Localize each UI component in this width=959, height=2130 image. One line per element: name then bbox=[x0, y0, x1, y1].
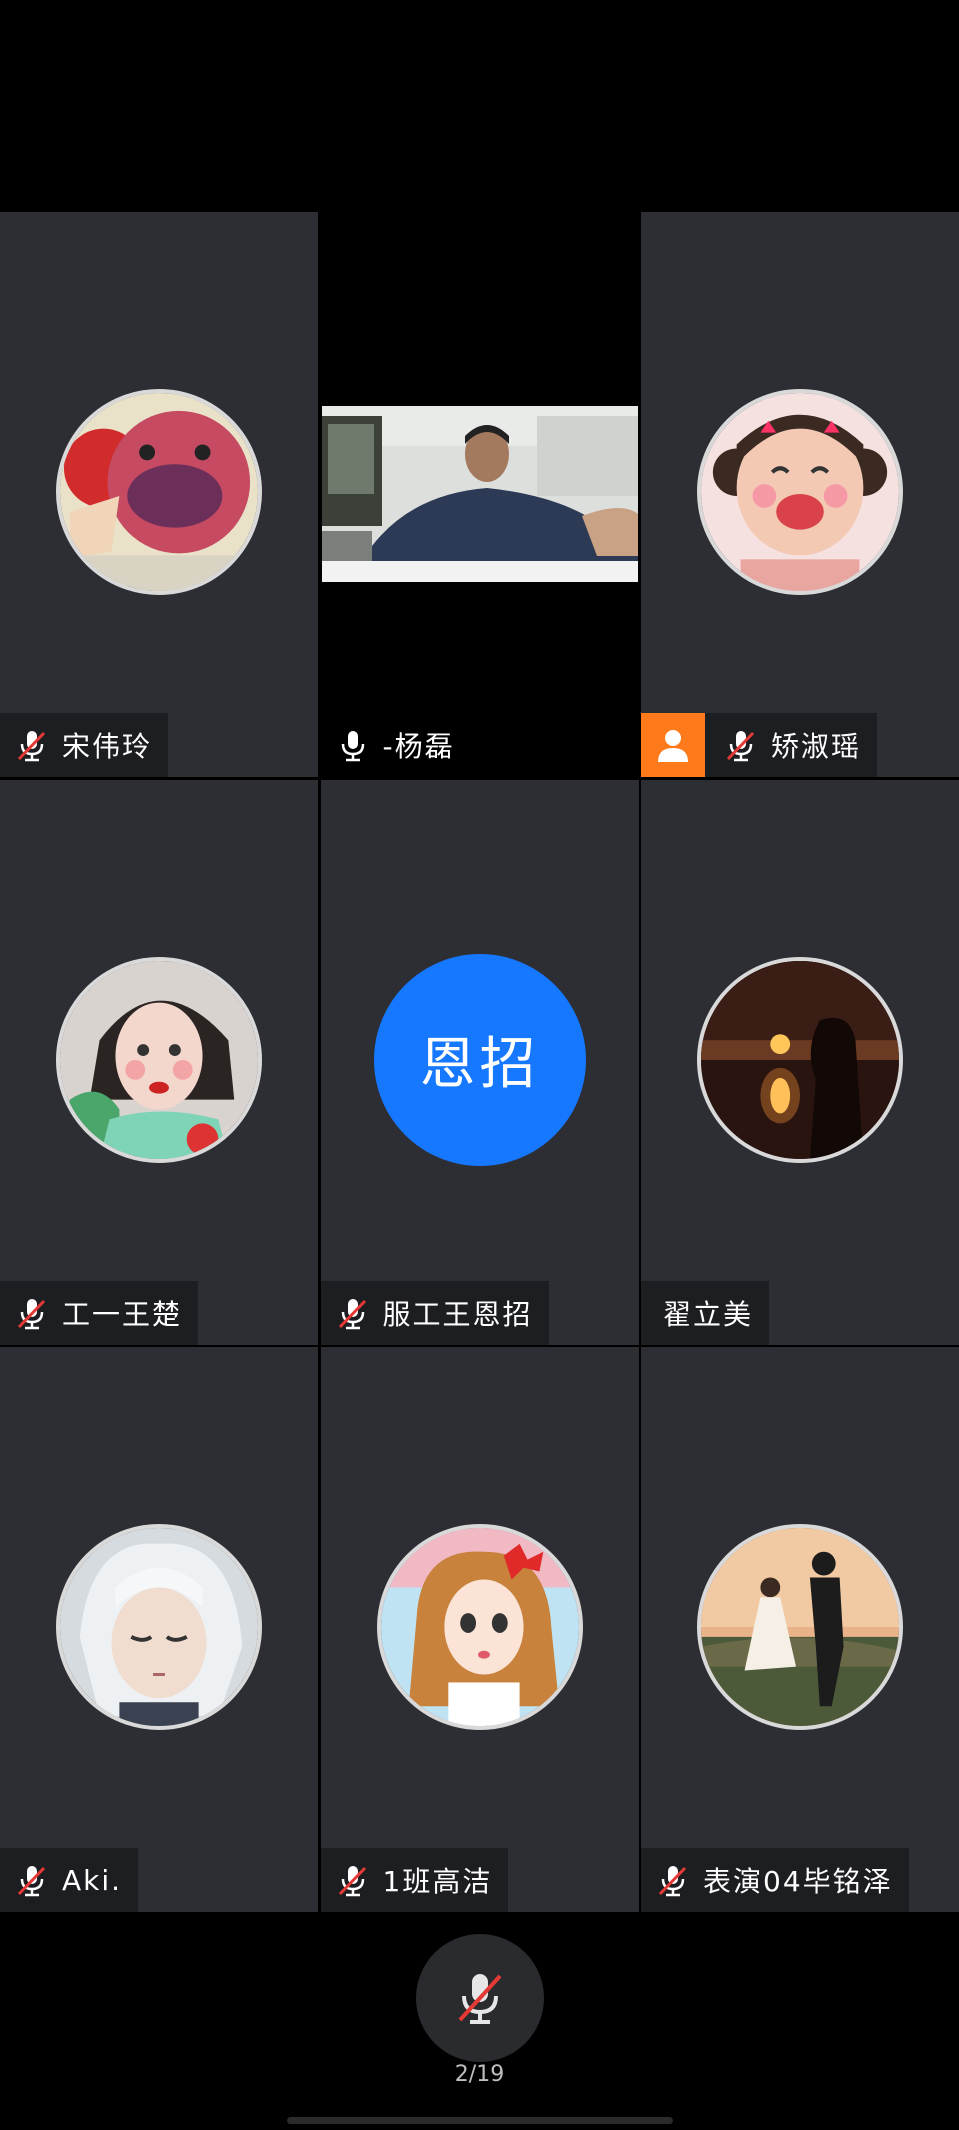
participant-name-bar: Aki. bbox=[0, 1848, 139, 1912]
laughing-girl-avatar bbox=[697, 389, 903, 595]
participant-name: 服工王恩招 bbox=[382, 1297, 533, 1331]
participant-tile[interactable]: Aki. bbox=[0, 1347, 318, 1912]
participant-name-bar: 宋伟玲 bbox=[0, 713, 169, 777]
girl-portrait-avatar bbox=[56, 956, 262, 1163]
mic-muted-icon bbox=[458, 1974, 502, 2024]
mic-on-icon bbox=[333, 725, 373, 765]
mic-muted-icon bbox=[653, 1860, 693, 1900]
couple-sunset-avatar bbox=[697, 1524, 903, 1730]
meeting-screen: 宋伟玲 -杨磊 矫淑瑶 工一王楚 恩招 服工王恩招 翟立美 Aki. 1班高洁 … bbox=[0, 0, 959, 2130]
participant-name: Aki. bbox=[62, 1863, 123, 1897]
mute-toggle-button[interactable] bbox=[416, 1934, 544, 2062]
participant-name-bar: 服工王恩招 bbox=[320, 1280, 549, 1345]
white-hair-anime-avatar bbox=[56, 1524, 262, 1730]
initials-avatar: 恩招 bbox=[373, 953, 586, 1166]
host-user-icon bbox=[641, 713, 705, 777]
participant-name-bar: 翟立美 bbox=[641, 1280, 770, 1345]
mic-muted-icon bbox=[12, 1293, 52, 1333]
participant-tile[interactable]: 1班高洁 bbox=[320, 1347, 639, 1912]
participant-name-bar: 1班高洁 bbox=[320, 1848, 509, 1912]
page-indicator: 2/19 bbox=[454, 2062, 505, 2087]
participant-tile[interactable]: 翟立美 bbox=[641, 779, 959, 1345]
participant-tile[interactable]: 恩招 服工王恩招 bbox=[320, 779, 639, 1345]
mic-muted-icon bbox=[12, 725, 52, 765]
participant-tile[interactable]: 工一王楚 bbox=[0, 779, 318, 1345]
participant-name-bar: 矫淑瑶 bbox=[641, 713, 878, 777]
participant-video bbox=[321, 406, 638, 582]
participant-name: 宋伟玲 bbox=[62, 730, 153, 763]
participant-name: 表演04毕铭泽 bbox=[703, 1865, 893, 1898]
participant-tile[interactable]: 宋伟玲 bbox=[0, 212, 318, 777]
bottom-toolbar: 2/19 bbox=[0, 1912, 959, 2130]
participant-grid: 宋伟玲 -杨磊 矫淑瑶 工一王楚 恩招 服工王恩招 翟立美 Aki. 1班高洁 … bbox=[0, 212, 959, 1912]
participant-tile[interactable]: 表演04毕铭泽 bbox=[641, 1347, 959, 1912]
participant-video-tile[interactable]: -杨磊 bbox=[320, 212, 639, 777]
participant-name-bar: 表演04毕铭泽 bbox=[641, 1848, 909, 1912]
mic-muted-icon bbox=[333, 1293, 373, 1333]
participant-name: 矫淑瑶 bbox=[771, 730, 862, 763]
home-indicator[interactable] bbox=[287, 2117, 673, 2124]
cartoon-girl-bow-avatar bbox=[376, 1524, 583, 1730]
participant-name: 工一王楚 bbox=[62, 1297, 183, 1331]
mic-muted-icon bbox=[721, 725, 761, 765]
participant-name-bar: -杨磊 bbox=[321, 713, 471, 777]
participant-name: -杨磊 bbox=[382, 730, 455, 763]
participant-name-bar: 工一王楚 bbox=[0, 1280, 199, 1345]
participant-name: 翟立美 bbox=[663, 1297, 754, 1331]
participant-name: 1班高洁 bbox=[382, 1865, 493, 1898]
participant-tile[interactable]: 矫淑瑶 bbox=[641, 212, 959, 777]
mic-muted-icon bbox=[333, 1860, 373, 1900]
mic-muted-icon bbox=[12, 1860, 52, 1900]
strawberry-bear-avatar bbox=[56, 389, 262, 595]
sunset-silhouette-avatar bbox=[697, 956, 903, 1163]
